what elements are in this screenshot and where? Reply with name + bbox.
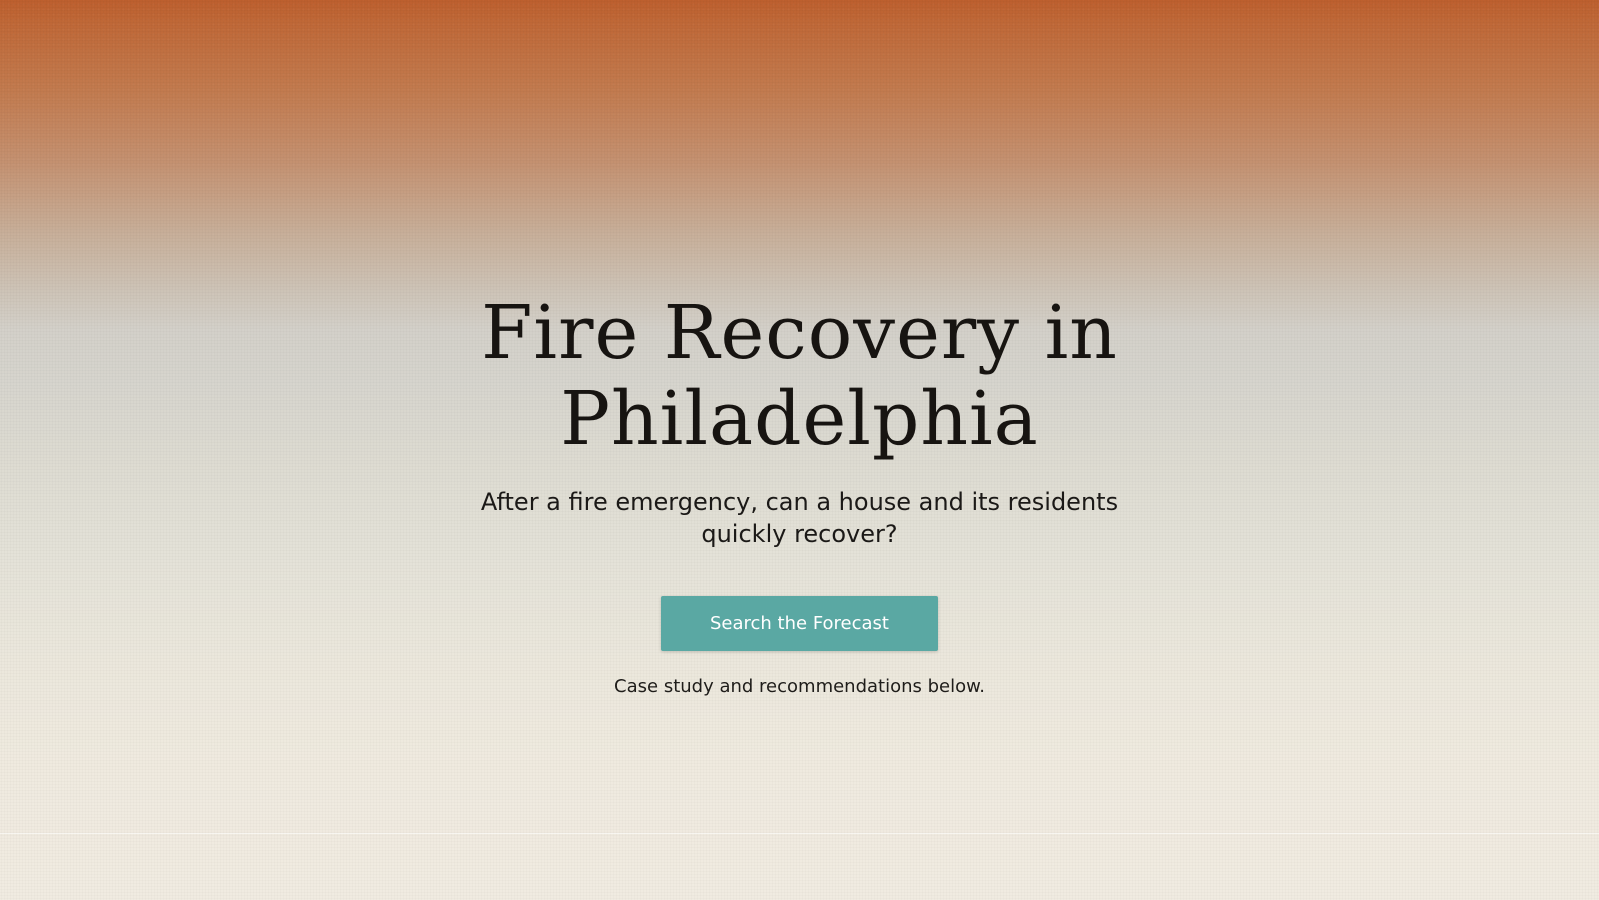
page-title: Fire Recovery in Philadelphia xyxy=(481,290,1118,462)
section-divider xyxy=(0,833,1599,834)
scroll-hint-text: Case study and recommendations below. xyxy=(614,676,985,697)
hero-subtitle: After a fire emergency, can a house and … xyxy=(480,488,1119,548)
search-forecast-button[interactable]: Search the Forecast xyxy=(661,596,938,651)
hero-section: Fire Recovery in Philadelphia After a fi… xyxy=(0,290,1599,697)
